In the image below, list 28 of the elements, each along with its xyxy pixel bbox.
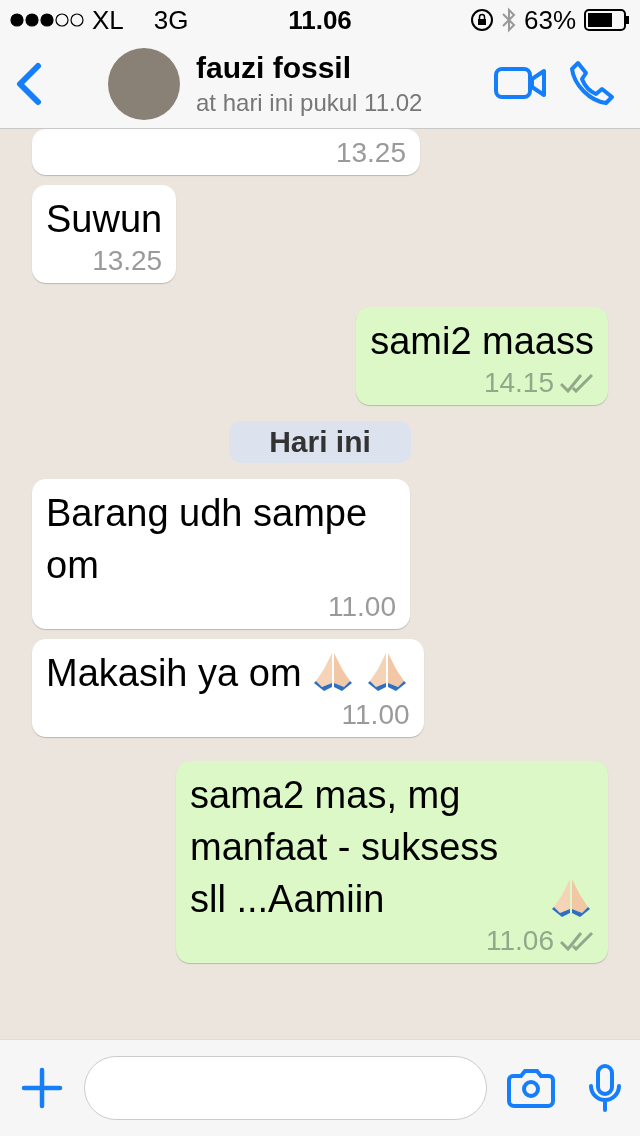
message-time: 11.00 xyxy=(341,699,410,731)
message-text: Makasih ya om xyxy=(46,651,302,696)
rotation-lock-icon xyxy=(469,8,494,32)
add-button[interactable] xyxy=(20,1066,64,1110)
last-seen-text: at hari ini pukul 11.02 xyxy=(196,89,424,117)
date-divider: Hari ini xyxy=(229,421,411,463)
camera-button[interactable] xyxy=(507,1067,555,1109)
carrier-name: XL xyxy=(92,4,124,36)
message-time: 14.15 xyxy=(483,367,554,399)
message-text: Barang udh sampe om xyxy=(46,491,369,588)
bluetooth-icon xyxy=(501,7,516,33)
microphone-button[interactable] xyxy=(587,1064,623,1112)
double-check-icon xyxy=(560,373,594,393)
battery-icon xyxy=(584,9,630,31)
clock: 11.06 xyxy=(288,4,352,36)
message-time: 11.06 xyxy=(486,925,554,957)
message-text: sama2 mas, mg manfaat - suksess sll ...Aamiin xyxy=(190,773,500,922)
contact-name: fauzi fossil xyxy=(196,51,353,85)
battery-percent: 63% xyxy=(523,4,576,36)
double-check-icon xyxy=(560,931,594,951)
back-button[interactable] xyxy=(14,62,44,106)
message-text: Suwun xyxy=(46,197,163,242)
message-text: sami2 maass xyxy=(370,319,594,364)
message-time: 13.25 xyxy=(92,245,163,277)
signal-icon xyxy=(10,13,84,27)
message-time: 11.00 xyxy=(328,591,396,623)
message-time: 13.25 xyxy=(335,137,406,169)
network-type: 3G xyxy=(153,4,189,36)
